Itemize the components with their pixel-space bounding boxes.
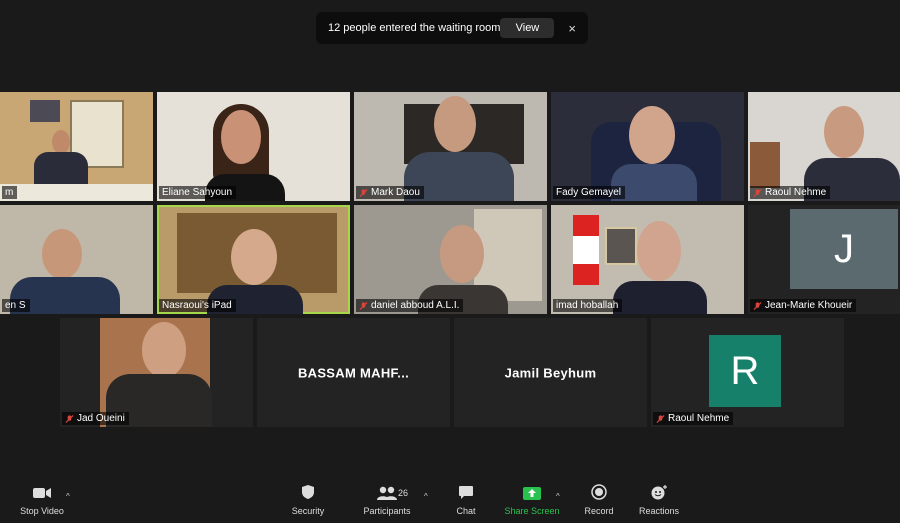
reactions-button[interactable]: Reactions — [634, 476, 684, 523]
participant-name-label: m — [2, 186, 18, 199]
video-tile-9[interactable]: imad hoballah — [551, 205, 744, 314]
video-tile-6[interactable]: en S — [0, 205, 153, 314]
record-label: Record — [584, 506, 614, 516]
mic-muted-icon — [753, 301, 762, 310]
video-tile-2[interactable]: Eliane Sahyoun — [157, 92, 350, 201]
participant-name-label: Fady Gemayel — [553, 186, 626, 199]
participant-name-label: Mark Daou — [356, 186, 424, 199]
view-waiting-room-button[interactable]: View — [500, 18, 555, 38]
participant-name-label: Raoul Nehme — [653, 412, 734, 425]
participants-icon — [377, 486, 397, 500]
stop-video-button[interactable]: Stop Video — [14, 476, 70, 523]
participant-name-label: Eliane Sahyoun — [159, 186, 237, 199]
participant-head — [434, 96, 476, 152]
shield-icon — [302, 485, 314, 499]
video-tile-1[interactable]: m — [0, 92, 153, 201]
participant-head — [221, 110, 261, 164]
wall-picture — [30, 100, 60, 122]
avatar-r: R — [709, 335, 781, 407]
participant-body — [34, 152, 88, 186]
close-notification-button[interactable]: × — [566, 21, 578, 36]
waiting-room-text: 12 people entered the waiting room — [328, 22, 501, 34]
share-screen-label: Share Screen — [504, 506, 560, 516]
video-tile-3[interactable]: Mark Daou — [354, 92, 547, 201]
chat-button[interactable]: Chat — [446, 476, 486, 523]
avatar-j: J — [790, 209, 898, 289]
participant-name-label: Jad Oueini — [62, 412, 129, 425]
waiting-room-notification: 12 people entered the waiting room View … — [316, 12, 588, 44]
chat-icon — [459, 486, 473, 499]
lebanese-flag — [573, 215, 599, 285]
video-tile-7-active-speaker[interactable]: Nasraoui's iPad — [157, 205, 350, 314]
participant-name-label: Nasraoui's iPad — [159, 299, 236, 312]
chat-label: Chat — [456, 506, 476, 516]
participants-button[interactable]: Participants — [360, 476, 414, 523]
reactions-label: Reactions — [638, 506, 680, 516]
participant-name-label: en S — [2, 299, 30, 312]
participant-head — [142, 322, 186, 378]
share-options-caret[interactable]: ^ — [556, 492, 560, 501]
video-tile-5[interactable]: Raoul Nehme — [748, 92, 900, 201]
participant-head — [824, 106, 864, 158]
mic-muted-icon — [656, 414, 665, 423]
participant-name-label: Raoul Nehme — [750, 186, 831, 199]
participants-label: Participants — [363, 506, 411, 516]
participant-name-label: imad hoballah — [553, 299, 623, 312]
share-screen-button[interactable]: Share Screen — [502, 476, 562, 523]
participant-head — [52, 130, 70, 154]
participants-options-caret[interactable]: ^ — [424, 492, 428, 501]
participant-head — [231, 229, 277, 285]
record-button[interactable]: Record — [578, 476, 620, 523]
framed-portrait — [605, 227, 637, 265]
mic-muted-icon — [359, 188, 368, 197]
participant-head — [440, 225, 484, 283]
security-label: Security — [291, 506, 325, 516]
video-camera-icon — [33, 488, 51, 498]
participant-name-centered: BASSAM MAHF... — [297, 365, 410, 380]
video-tile-14[interactable]: R Raoul Nehme — [651, 318, 844, 427]
meeting-toolbar: Stop Video ^ Security Participants 26 ^ … — [0, 476, 900, 523]
video-tile-4[interactable]: Fady Gemayel — [551, 92, 744, 201]
video-tile-8[interactable]: daniel abboud A.L.I. — [354, 205, 547, 314]
participant-name-centered: Jamil Beyhum — [504, 365, 597, 380]
video-tile-13[interactable]: Jamil Beyhum — [454, 318, 647, 427]
participant-head — [629, 106, 675, 164]
video-options-caret[interactable]: ^ — [66, 492, 70, 501]
participant-body — [613, 281, 707, 314]
participant-name-label: Jean-Marie Khoueir — [750, 299, 857, 312]
share-screen-icon — [523, 487, 541, 500]
mic-muted-icon — [753, 188, 762, 197]
participants-count: 26 — [398, 488, 409, 498]
video-tile-12[interactable]: BASSAM MAHF... — [257, 318, 450, 427]
participant-head — [637, 221, 681, 281]
mic-muted-icon — [65, 414, 74, 423]
reactions-icon — [651, 485, 667, 500]
window — [750, 142, 780, 188]
security-button[interactable]: Security — [284, 476, 332, 523]
video-tile-10[interactable]: J Jean-Marie Khoueir — [748, 205, 900, 314]
participant-name-label: daniel abboud A.L.I. — [356, 299, 464, 312]
video-tile-11[interactable]: Jad Oueini — [60, 318, 253, 427]
record-icon — [591, 484, 607, 500]
stop-video-label: Stop Video — [20, 506, 64, 516]
desk — [0, 184, 153, 201]
mic-muted-icon — [359, 301, 368, 310]
participant-head — [42, 229, 82, 279]
